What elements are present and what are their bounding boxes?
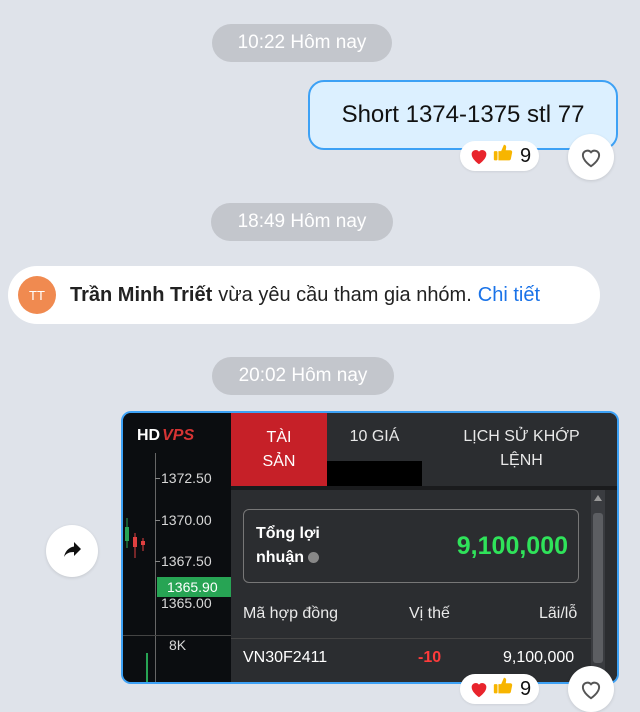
avatar-initials: TT (29, 287, 45, 303)
reaction-summary[interactable]: 9 (460, 141, 540, 171)
volume-bar (146, 653, 148, 682)
price-chart: HD VPS 1372.50 1370.00 1367.50 1365.00 13… (123, 413, 231, 682)
tab-assets[interactable]: TÀI SẢN (231, 413, 327, 486)
message-text: Short 1374-1375 stl 77 (341, 101, 585, 128)
tab-redacted-area (327, 461, 422, 486)
cell-contract[interactable]: VN30F2411 (243, 649, 327, 667)
timestamp-pill: 20:02 Hôm nay (212, 357, 394, 395)
axis-tick (155, 561, 160, 562)
scroll-up-arrow-icon[interactable] (594, 495, 602, 501)
profit-label-line: Tổng lợi (256, 525, 320, 542)
trading-app-screenshot[interactable]: HD VPS 1372.50 1370.00 1367.50 1365.00 13… (121, 411, 619, 684)
tab-divider (231, 486, 617, 490)
logo-hd: HD (137, 427, 161, 444)
timestamp-text: 10:22 Hôm nay (237, 32, 367, 53)
header-pnl: Lãi/lỗ (539, 605, 578, 622)
tab-label-line: TÀI (266, 428, 292, 446)
heart-icon (468, 678, 490, 700)
timestamp-pill: 10:22 Hôm nay (212, 24, 392, 62)
total-profit-value: 9,100,000 (456, 531, 568, 560)
outgoing-message-bubble[interactable]: Short 1374-1375 stl 77 (308, 80, 618, 150)
reaction-count: 9 (520, 677, 532, 700)
price-label: 1367.50 (161, 553, 212, 569)
timestamp-text: 18:49 Hôm nay (237, 211, 367, 232)
volume-divider (123, 635, 231, 636)
logo-brand: VPS (162, 427, 195, 444)
tab-label-line: SẢN (262, 452, 296, 470)
scrollbar-thumb[interactable] (593, 513, 603, 663)
cell-pnl: 9,100,000 (503, 649, 575, 666)
price-label: 1365.00 (161, 595, 212, 611)
timestamp-pill: 18:49 Hôm nay (211, 203, 393, 241)
total-profit-label: Tổng lợi nhuận (256, 522, 320, 570)
header-position: Vị thế (409, 605, 450, 622)
share-button[interactable] (46, 525, 98, 577)
asset-panel: TÀI SẢN 10 GIÁ LỊCH SỬ KHỚP LỆNH Tổng lợ… (231, 413, 617, 682)
details-link[interactable]: Chi tiết (478, 284, 540, 307)
info-icon[interactable] (308, 552, 319, 564)
volume-label: 8K (169, 637, 187, 653)
notice-text: vừa yêu cầu tham gia nhóm. (218, 283, 472, 306)
tab-order-history[interactable]: LỊCH SỬ KHỚP LỆNH (422, 413, 617, 486)
profit-label-line: nhuận (256, 549, 304, 566)
notice-user-name[interactable]: Trần Minh Triết (70, 284, 212, 307)
price-axis (155, 453, 156, 682)
timestamp-text: 20:02 Hôm nay (238, 365, 368, 386)
table-divider (231, 638, 591, 639)
tab-label-line: LỆNH (500, 452, 543, 469)
candlestick-marks (125, 518, 145, 558)
reaction-summary[interactable]: 9 (460, 674, 540, 704)
cell-position: -10 (418, 649, 442, 666)
thumbs-up-icon (492, 142, 514, 170)
total-profit-card: Tổng lợi nhuận 9,100,000 (243, 509, 579, 583)
avatar[interactable]: TT (18, 276, 56, 314)
share-arrow-icon (60, 537, 84, 566)
tab-label-line: LỊCH SỬ KHỚP (463, 428, 580, 445)
heart-icon (468, 145, 490, 167)
axis-tick (155, 478, 160, 479)
reaction-count: 9 (520, 144, 532, 167)
current-price-tag: 1365.90 (157, 577, 231, 597)
like-outline-icon[interactable] (568, 666, 614, 712)
price-label: 1370.00 (161, 512, 212, 528)
like-outline-icon[interactable] (568, 134, 614, 180)
price-label: 1372.50 (161, 470, 212, 486)
vps-logo: HD VPS (137, 427, 194, 445)
thumbs-up-icon (492, 675, 514, 703)
group-join-notice: TT Trần Minh Triết vừa yêu cầu tham gia … (8, 266, 600, 324)
axis-tick (155, 520, 160, 521)
header-contract: Mã hợp đồng (243, 605, 338, 622)
